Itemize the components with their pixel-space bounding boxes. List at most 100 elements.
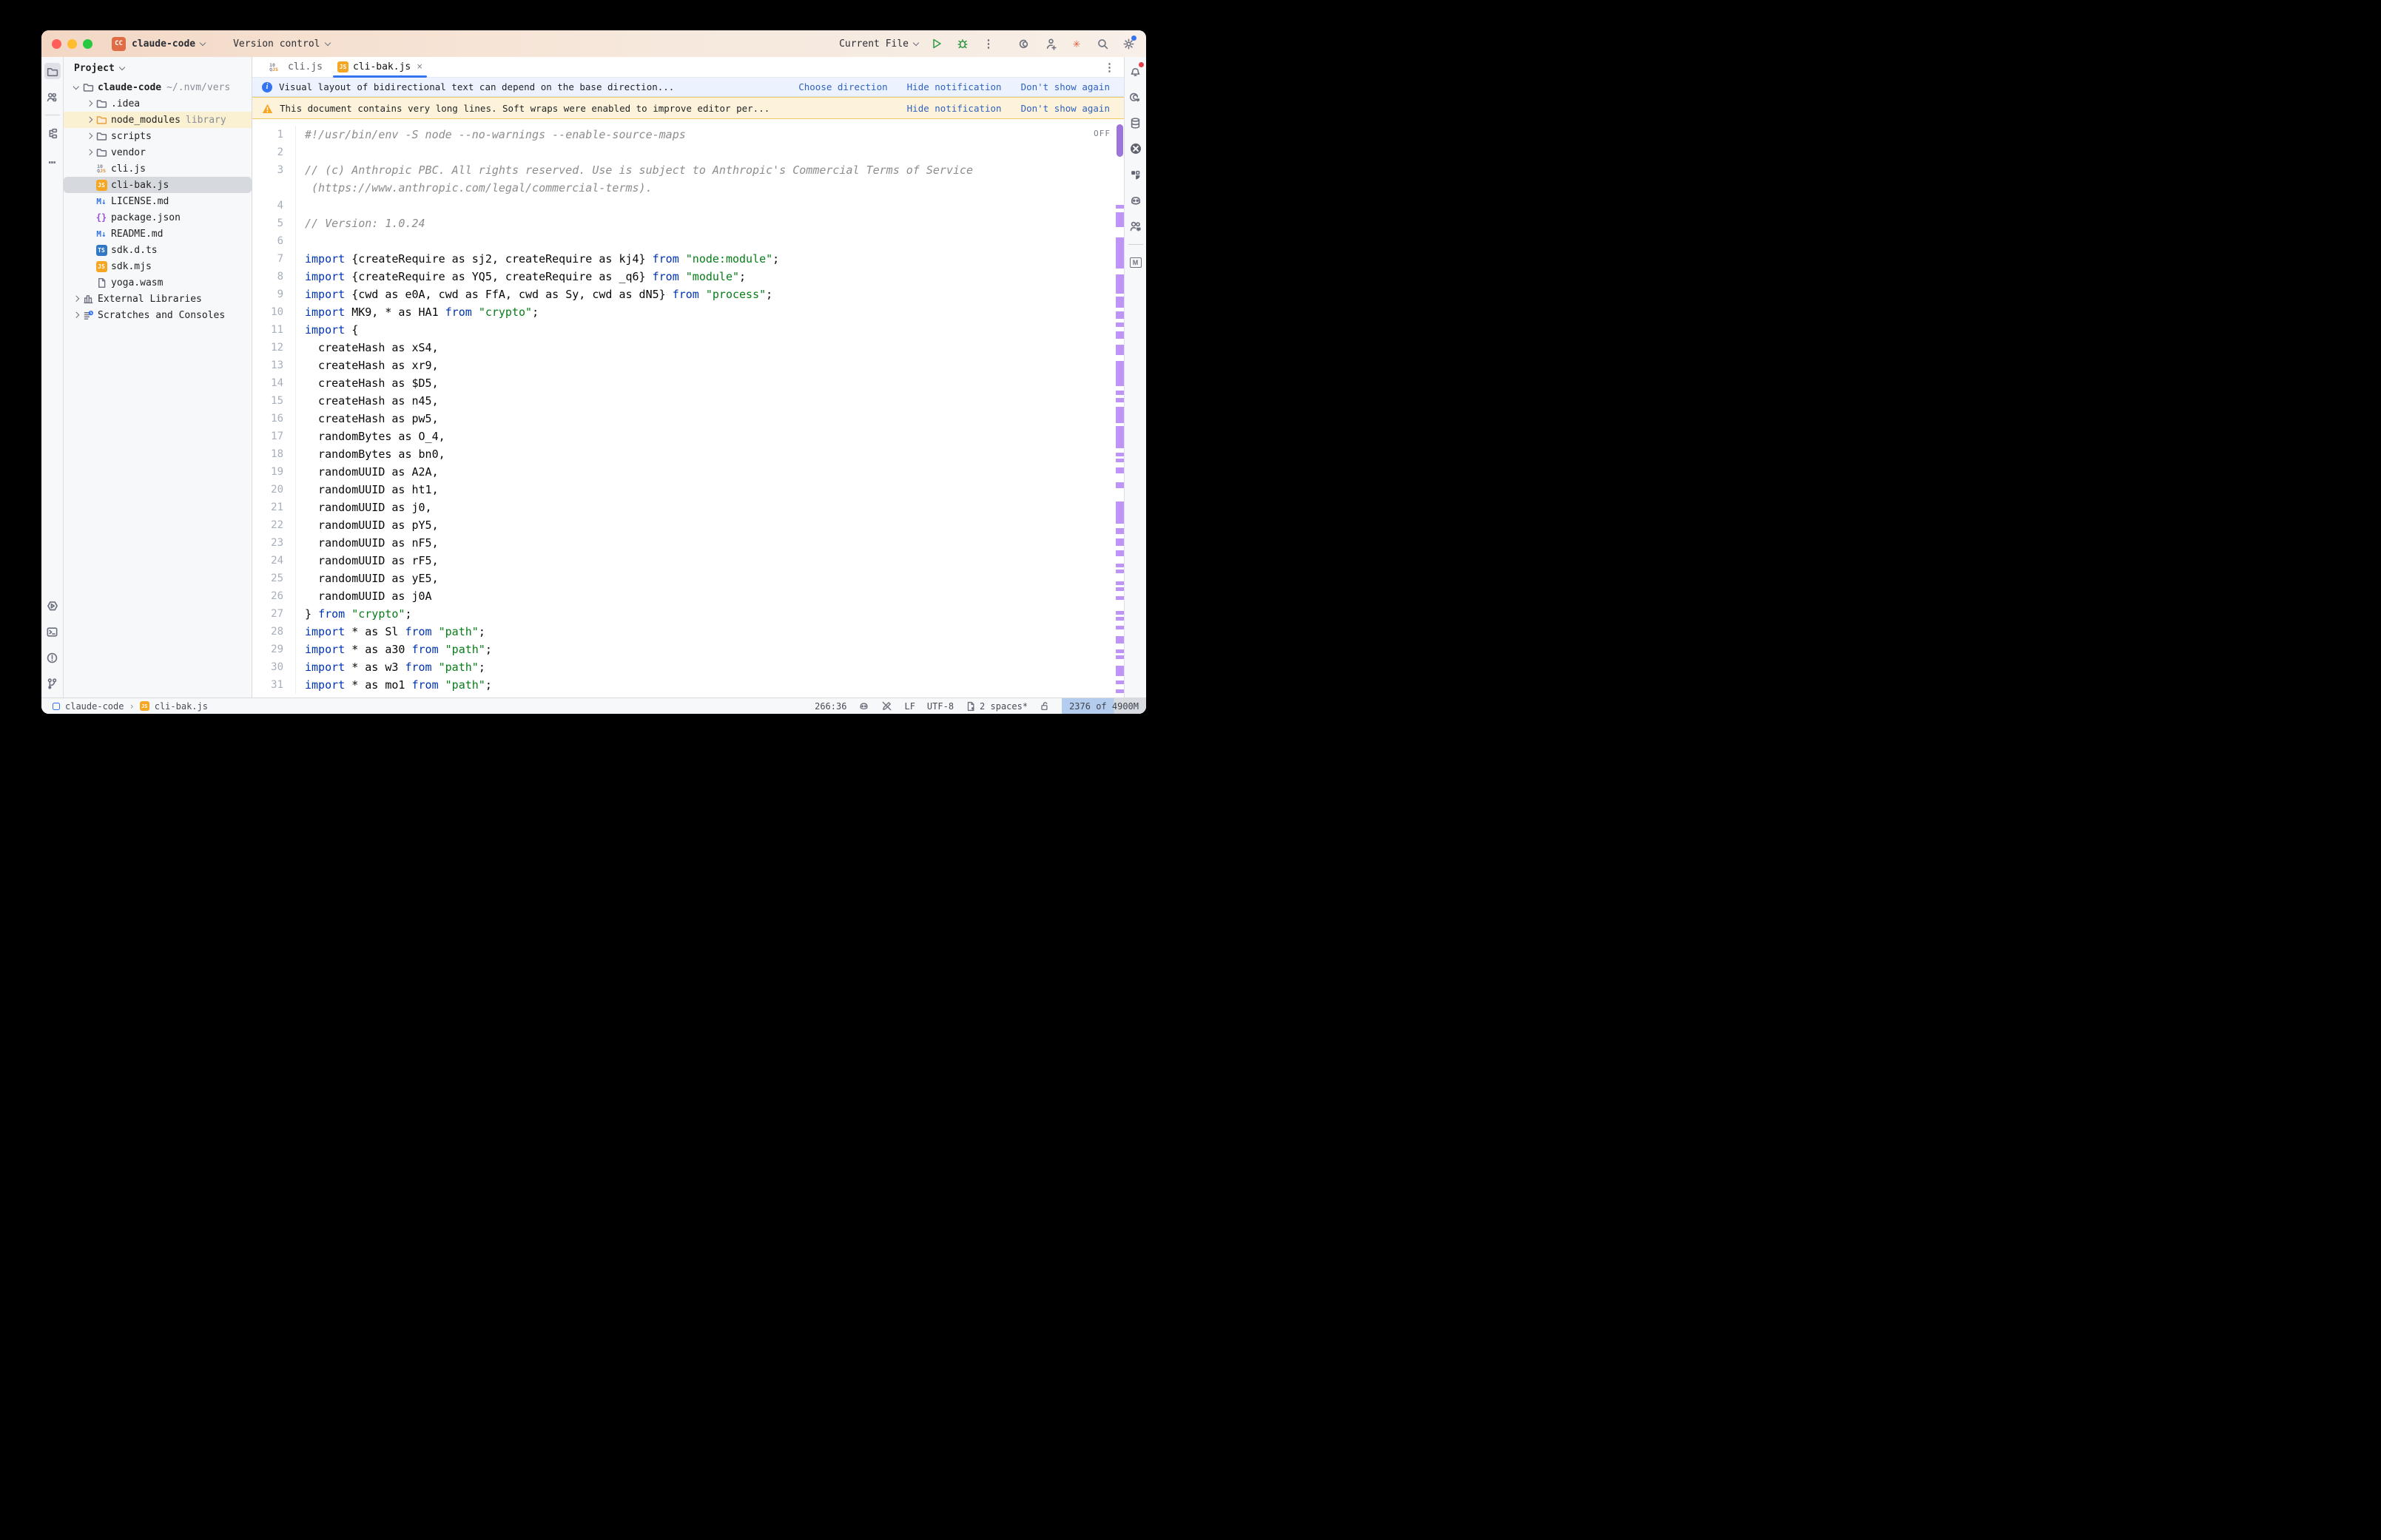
- code-line: 3// (c) Anthropic PBC. All rights reserv…: [252, 161, 1124, 179]
- structure-tool-window-icon[interactable]: [44, 125, 61, 141]
- tree-item[interactable]: M↓LICENSE.md: [64, 193, 252, 209]
- breadcrumb-separator-icon: ›: [129, 701, 134, 712]
- line-number: 2: [252, 143, 295, 161]
- js-file-icon: JS: [96, 261, 107, 272]
- vcs-change-mark: [1116, 453, 1124, 456]
- settings-gear-icon[interactable]: [1121, 36, 1136, 51]
- run-button[interactable]: [929, 36, 944, 51]
- tree-chevron-icon[interactable]: [84, 134, 95, 138]
- run-configuration-selector[interactable]: Current File: [839, 38, 918, 50]
- breadcrumb-file[interactable]: cli-bak.js: [155, 701, 208, 712]
- vcs-widget[interactable]: Version control: [233, 38, 329, 50]
- project-switcher[interactable]: claude-code: [132, 38, 205, 50]
- tab-cli-js[interactable]: 10QJS cli.js: [260, 57, 330, 77]
- tree-chevron-icon[interactable]: [84, 101, 95, 106]
- problems-tool-window-icon[interactable]: [44, 649, 61, 666]
- tree-item[interactable]: 10QJScli.js: [64, 161, 252, 177]
- highlighting-level-label[interactable]: OFF: [1094, 129, 1111, 138]
- tree-chevron-icon[interactable]: [71, 297, 81, 301]
- banner-link[interactable]: Choose direction: [798, 81, 887, 92]
- add-user-icon[interactable]: [1043, 36, 1058, 51]
- tree-item[interactable]: claude-code~/.nvm/vers: [64, 79, 252, 95]
- tree-item[interactable]: .idea: [64, 95, 252, 112]
- tree-chevron-icon[interactable]: [71, 86, 81, 89]
- copilot-status-icon[interactable]: [858, 700, 869, 712]
- tree-item[interactable]: External Libraries: [64, 291, 252, 307]
- scrollbar-thumb[interactable]: [1117, 124, 1123, 157]
- x-plugin-icon[interactable]: [1128, 141, 1144, 157]
- editor-scrollbar[interactable]: [1116, 119, 1124, 698]
- warning-icon: [262, 104, 273, 113]
- ai-assistant-icon[interactable]: [1017, 36, 1032, 51]
- project-tool-window-icon[interactable]: [44, 63, 61, 79]
- code-review-users-icon[interactable]: [1128, 218, 1144, 234]
- more-tool-windows-icon[interactable]: …: [44, 151, 61, 167]
- markdown-file-icon: M↓: [96, 229, 106, 239]
- git-tool-window-icon[interactable]: [44, 675, 61, 692]
- copilot-robot-icon[interactable]: [1128, 192, 1144, 209]
- vcs-change-mark: [1116, 636, 1124, 644]
- tab-options-icon[interactable]: ⋮: [1095, 57, 1124, 77]
- svg-text:?: ?: [53, 98, 55, 102]
- status-bar: claude-code › JS cli-bak.js 266:36 LF UT…: [41, 698, 1146, 714]
- ai-chat-icon[interactable]: [1128, 89, 1144, 105]
- chevron-down-icon: [913, 39, 919, 45]
- tree-item[interactable]: {}package.json: [64, 209, 252, 226]
- vcs-change-mark: [1116, 361, 1124, 386]
- lock-icon[interactable]: [1040, 701, 1050, 712]
- ts-file-icon: TS: [96, 245, 107, 256]
- maven-tool-window-icon[interactable]: M: [1128, 254, 1144, 271]
- search-icon[interactable]: [1095, 36, 1110, 51]
- database-icon[interactable]: [1128, 115, 1144, 131]
- line-ending-widget[interactable]: LF: [904, 701, 915, 712]
- tree-item[interactable]: Scratches and Consoles: [64, 307, 252, 323]
- code-with-me-icon[interactable]: ?: [44, 89, 61, 105]
- tree-item[interactable]: M↓README.md: [64, 226, 252, 242]
- encoding-widget[interactable]: UTF-8: [927, 701, 954, 712]
- tree-item[interactable]: yoga.wasm: [64, 274, 252, 291]
- services-tool-window-icon[interactable]: [44, 598, 61, 614]
- tree-chevron-icon[interactable]: [71, 313, 81, 317]
- terminal-tool-window-icon[interactable]: [44, 624, 61, 640]
- vcs-change-mark: [1116, 467, 1124, 473]
- app-icon: CC: [112, 37, 126, 51]
- tree-chevron-icon[interactable]: [84, 150, 95, 155]
- close-window-button[interactable]: [52, 39, 61, 49]
- tab-cli-bak-js[interactable]: JS cli-bak.js ×: [330, 57, 430, 77]
- plugin-shapes-icon[interactable]: [1128, 166, 1144, 183]
- vcs-change-mark: [1116, 205, 1124, 209]
- zoom-window-button[interactable]: [83, 39, 92, 49]
- ide-window: CC claude-code Version control Current F…: [41, 30, 1146, 714]
- more-actions-button[interactable]: ⋮: [981, 36, 996, 51]
- tree-item[interactable]: TSsdk.d.ts: [64, 242, 252, 258]
- tree-item-suffix: library: [186, 115, 226, 126]
- banner-link[interactable]: Hide notification: [907, 103, 1002, 114]
- code-line: 20 randomUUID as ht1,: [252, 481, 1124, 499]
- breadcrumb-project[interactable]: claude-code: [65, 701, 124, 712]
- code-editor[interactable]: 1#!/usr/bin/env -S node --no-warnings --…: [252, 119, 1124, 698]
- code-line: 17 randomBytes as O_4,: [252, 428, 1124, 445]
- notifications-bell-icon[interactable]: [1128, 63, 1144, 79]
- claude-icon[interactable]: ✳: [1069, 36, 1084, 51]
- toolbar-divider: [1128, 244, 1143, 245]
- tree-item[interactable]: JScli-bak.js: [64, 177, 252, 193]
- close-tab-icon[interactable]: ×: [417, 61, 422, 72]
- project-panel-header[interactable]: Project: [64, 57, 252, 79]
- minimize-window-button[interactable]: [67, 39, 77, 49]
- readonly-edit-icon[interactable]: [881, 700, 892, 712]
- tree-item[interactable]: JSsdk.mjs: [64, 258, 252, 274]
- banner-link[interactable]: Don't show again: [1021, 81, 1110, 92]
- banner-link[interactable]: Hide notification: [907, 81, 1002, 92]
- debug-button[interactable]: [955, 36, 970, 51]
- project-icon: [53, 703, 60, 710]
- tree-item[interactable]: scripts: [64, 128, 252, 144]
- memory-indicator[interactable]: 2376 of 4900M: [1062, 698, 1146, 714]
- vcs-change-mark: [1116, 407, 1124, 423]
- line-number: 7: [252, 250, 295, 268]
- caret-position-widget[interactable]: 266:36: [815, 701, 846, 712]
- banner-link[interactable]: Don't show again: [1021, 103, 1110, 114]
- tree-item[interactable]: vendor: [64, 144, 252, 161]
- tree-chevron-icon[interactable]: [84, 118, 95, 122]
- indent-widget[interactable]: 2 spaces*: [966, 701, 1028, 712]
- tree-item[interactable]: node_moduleslibrary: [64, 112, 252, 128]
